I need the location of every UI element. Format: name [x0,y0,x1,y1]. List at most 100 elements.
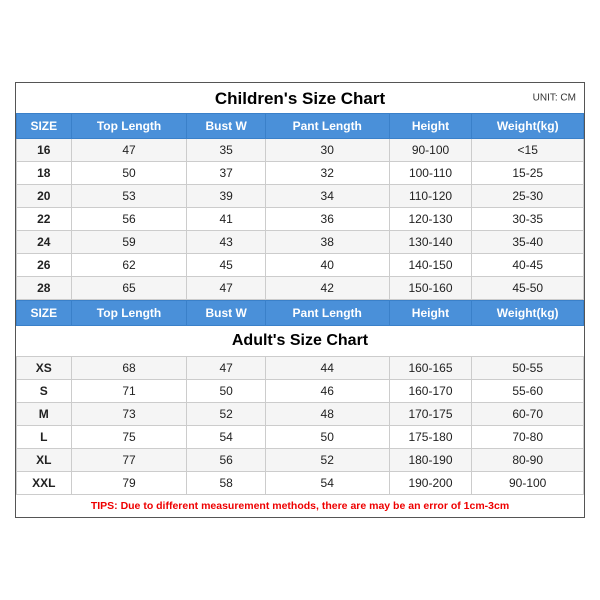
table-row: 22564136120-13030-35 [17,208,584,231]
table-cell: 47 [187,357,265,380]
adults-table-body: XS684744160-16550-55S715046160-17055-60M… [17,357,584,495]
table-cell: 16 [17,139,72,162]
table-cell: 35 [187,139,265,162]
table-cell: 22 [17,208,72,231]
table-cell: 50 [265,426,389,449]
table-row: 28654742150-16045-50 [17,277,584,300]
table-cell: 42 [265,277,389,300]
table-cell: M [17,403,72,426]
table-cell: 60-70 [472,403,584,426]
table-cell: 45-50 [472,277,584,300]
table-row: S715046160-17055-60 [17,380,584,403]
col-weight-children: Weight(kg) [472,114,584,139]
table-cell: 79 [71,472,187,495]
table-cell: 100-110 [389,162,472,185]
tips-text: TIPS: Due to different measurement metho… [17,495,584,518]
table-cell: 54 [265,472,389,495]
table-cell: XXL [17,472,72,495]
table-cell: S [17,380,72,403]
table-cell: 59 [71,231,187,254]
table-cell: 26 [17,254,72,277]
table-cell: 18 [17,162,72,185]
table-cell: 73 [71,403,187,426]
adults-table-header: SIZE Top Length Bust W Pant Length Heigh… [17,301,584,326]
table-cell: 55-60 [472,380,584,403]
adults-title-row: Adult's Size Chart [17,326,584,357]
table-row: XXL795854190-20090-100 [17,472,584,495]
size-chart-container: Children's Size Chart UNIT: CM SIZE Top … [15,82,585,518]
table-cell: 54 [187,426,265,449]
table-cell: 40 [265,254,389,277]
table-cell: 44 [265,357,389,380]
table-cell: 28 [17,277,72,300]
table-cell: 90-100 [472,472,584,495]
table-cell: <15 [472,139,584,162]
col-top-length-adults: Top Length [71,301,187,326]
col-size-children: SIZE [17,114,72,139]
col-weight-adults: Weight(kg) [472,301,584,326]
col-bust-w-children: Bust W [187,114,265,139]
table-cell: 50 [187,380,265,403]
table-cell: 140-150 [389,254,472,277]
table-cell: 71 [71,380,187,403]
table-row: 24594338130-14035-40 [17,231,584,254]
table-cell: 90-100 [389,139,472,162]
table-cell: 70-80 [472,426,584,449]
table-cell: 37 [187,162,265,185]
children-table-body: 1647353090-100<1518503732100-11015-25205… [17,139,584,300]
table-cell: 46 [265,380,389,403]
tips-row: TIPS: Due to different measurement metho… [17,495,584,518]
table-cell: 77 [71,449,187,472]
table-cell: 150-160 [389,277,472,300]
table-cell: 58 [187,472,265,495]
table-cell: 15-25 [472,162,584,185]
table-cell: 36 [265,208,389,231]
table-row: M735248170-17560-70 [17,403,584,426]
table-cell: 62 [71,254,187,277]
table-cell: L [17,426,72,449]
table-cell: 43 [187,231,265,254]
table-cell: 180-190 [389,449,472,472]
table-cell: 47 [71,139,187,162]
table-cell: 56 [187,449,265,472]
table-cell: XS [17,357,72,380]
col-top-length-children: Top Length [71,114,187,139]
table-cell: 45 [187,254,265,277]
table-row: 1647353090-100<15 [17,139,584,162]
col-bust-w-adults: Bust W [187,301,265,326]
table-cell: 47 [187,277,265,300]
col-height-adults: Height [389,301,472,326]
table-cell: 53 [71,185,187,208]
table-cell: 160-165 [389,357,472,380]
table-row: XL775652180-19080-90 [17,449,584,472]
table-cell: 75 [71,426,187,449]
table-cell: 30 [265,139,389,162]
children-chart-title: Children's Size Chart [215,89,385,109]
table-cell: 160-170 [389,380,472,403]
table-cell: 24 [17,231,72,254]
table-cell: 170-175 [389,403,472,426]
table-cell: 120-130 [389,208,472,231]
table-row: 18503732100-11015-25 [17,162,584,185]
adults-title-section: Adult's Size Chart [17,326,584,357]
table-cell: 32 [265,162,389,185]
col-height-children: Height [389,114,472,139]
table-row: L755450175-18070-80 [17,426,584,449]
table-row: XS684744160-16550-55 [17,357,584,380]
table-cell: 52 [265,449,389,472]
table-cell: 56 [71,208,187,231]
table-cell: 50 [71,162,187,185]
table-cell: XL [17,449,72,472]
adults-header-row: SIZE Top Length Bust W Pant Length Heigh… [17,301,584,326]
children-size-table: SIZE Top Length Bust W Pant Length Heigh… [16,113,584,300]
children-header-row: SIZE Top Length Bust W Pant Length Heigh… [17,114,584,139]
table-cell: 50-55 [472,357,584,380]
unit-label: UNIT: CM [533,93,576,104]
table-cell: 52 [187,403,265,426]
table-cell: 110-120 [389,185,472,208]
table-cell: 39 [187,185,265,208]
table-cell: 130-140 [389,231,472,254]
table-row: 26624540140-15040-45 [17,254,584,277]
table-cell: 80-90 [472,449,584,472]
table-cell: 65 [71,277,187,300]
